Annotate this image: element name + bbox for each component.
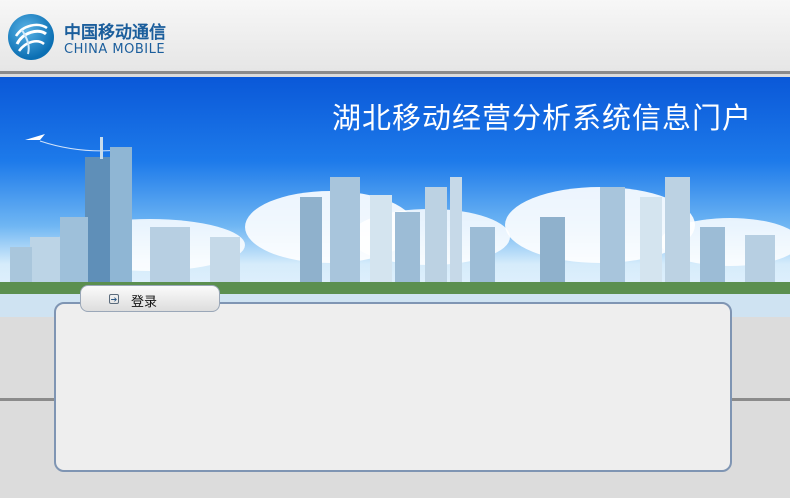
login-panel bbox=[54, 302, 732, 472]
header: 中国移动通信 CHINA MOBILE bbox=[0, 0, 790, 74]
logo-text-cn: 中国移动通信 bbox=[64, 23, 166, 43]
banner-title: 湖北移动经营分析系统信息门户 bbox=[331, 101, 752, 135]
login-tab-label: 登录 bbox=[131, 295, 158, 310]
china-mobile-logo-icon bbox=[8, 14, 54, 60]
logo-swirl-graphic bbox=[14, 23, 48, 55]
login-tab[interactable]: ➔ 登录 bbox=[80, 285, 220, 312]
banner: 湖北移动经营分析系统信息门户 bbox=[0, 77, 790, 317]
arrow-right-icon: ➔ bbox=[109, 294, 119, 304]
logo-text-en: CHINA MOBILE bbox=[64, 42, 166, 57]
china-mobile-logo: 中国移动通信 CHINA MOBILE bbox=[8, 12, 188, 64]
